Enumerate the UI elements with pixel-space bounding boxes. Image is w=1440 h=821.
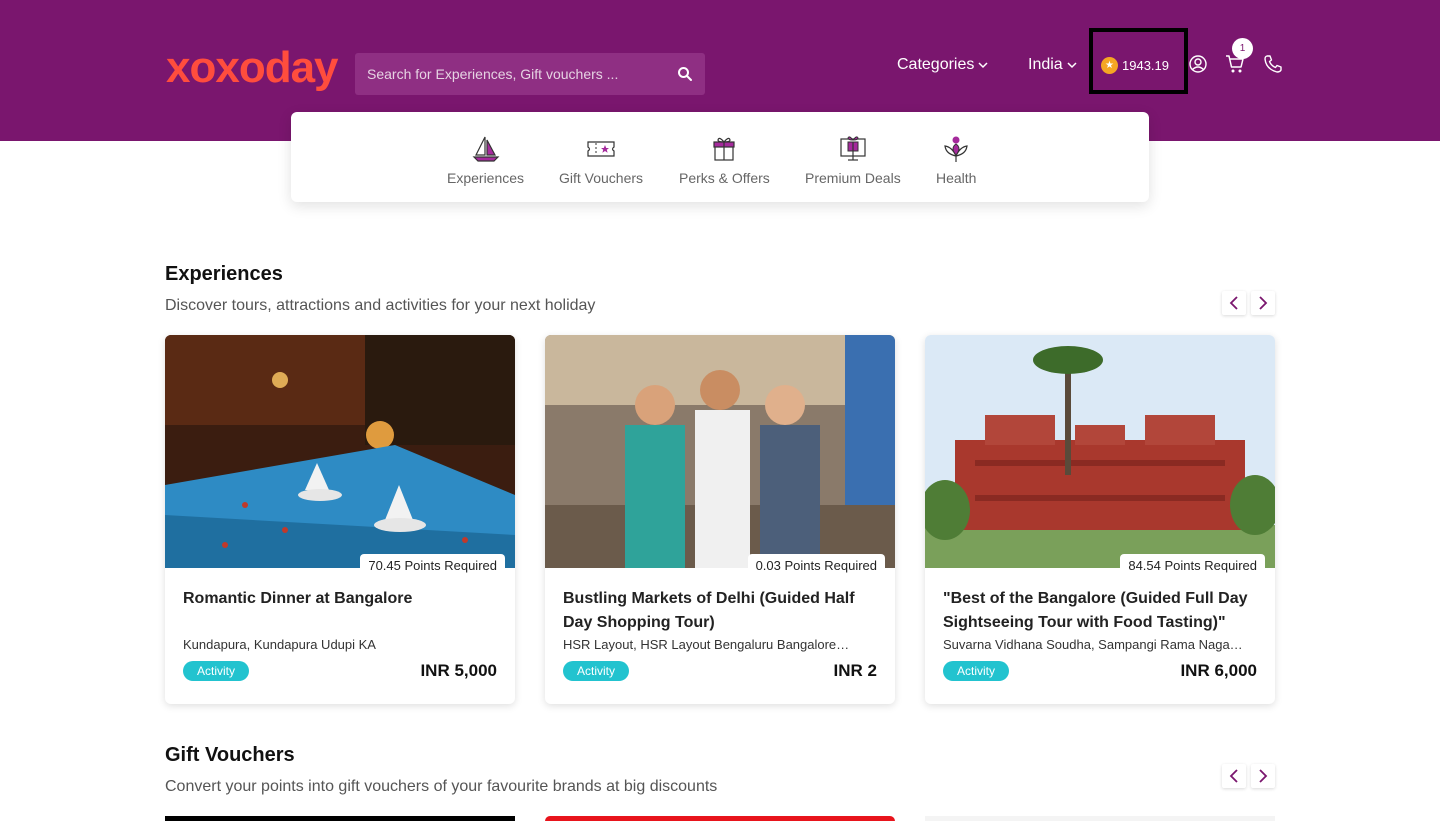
points-balance[interactable]: ★ 1943.19 [1101,55,1169,75]
experience-card[interactable]: 70.45 Points Required Romantic Dinner at… [165,335,515,704]
experience-card[interactable]: 84.54 Points Required "Best of the Banga… [925,335,1275,704]
gift-monitor-icon [840,136,866,161]
tab-health[interactable]: Health [936,134,976,186]
experience-card[interactable]: 0.03 Points Required Bustling Markets of… [545,335,895,704]
experiences-prev-button[interactable] [1222,291,1246,315]
chevron-left-icon [1229,296,1238,310]
tab-gift-vouchers[interactable]: Gift Vouchers [559,134,643,186]
gift-vouchers-section-title: Gift Vouchers [165,744,295,766]
experiences-section-title: Experiences [165,263,283,285]
points-value: 1943.19 [1122,57,1169,73]
bangalore-building-photo [925,335,1275,568]
experience-price: INR 5,000 [420,661,497,680]
activity-tag: Activity [943,661,1010,681]
tab-gift-vouchers-label: Gift Vouchers [559,170,644,186]
tab-experiences[interactable]: Experiences [447,134,524,186]
lotus-icon [944,136,968,162]
chevron-right-icon [1259,296,1268,310]
phone-icon[interactable] [1263,54,1283,74]
gift-icon [713,137,735,161]
gift-vouchers-next-button[interactable] [1251,764,1275,788]
categories-label: Categories [897,56,975,73]
activity-tag: Activity [183,661,250,681]
country-label: India [1028,56,1063,73]
category-menu: Experiences Gift Vouchers Perks & Offers… [291,112,1149,202]
gift-vouchers-section-subtitle: Convert your points into gift vouchers o… [165,778,718,795]
cart-count-badge: 1 [1232,38,1253,59]
tab-experiences-label: Experiences [447,170,525,186]
delhi-market-photo [545,335,895,568]
experience-price: INR 6,000 [1180,661,1257,680]
categories-dropdown[interactable]: Categories [897,54,988,76]
voucher-card-preview[interactable] [925,816,1275,821]
points-required-badge: 84.54 Points Required [1120,554,1265,578]
experiences-next-button[interactable] [1251,291,1275,315]
tab-premium-deals-label: Premium Deals [805,170,901,186]
chevron-right-icon [1259,769,1268,783]
tab-perks-offers-label: Perks & Offers [679,170,770,186]
tab-premium-deals[interactable]: Premium Deals [805,134,901,186]
points-required-badge: 0.03 Points Required [747,554,885,578]
chevron-down-icon [978,62,988,69]
voucher-card-preview[interactable] [165,816,515,821]
tab-perks-offers[interactable]: Perks & Offers [679,134,770,186]
voucher-card-preview[interactable] [545,816,895,821]
experience-title[interactable]: "Best of the Bangalore (Guided Full Day … [943,587,1259,635]
points-required-badge: 70.45 Points Required [360,554,505,578]
experience-title[interactable]: Romantic Dinner at Bangalore [183,587,499,611]
star-coin-icon: ★ [1101,56,1118,74]
experience-location: HSR Layout, HSR Layout Bengaluru Bangalo… [563,637,850,652]
experience-price: INR 2 [833,661,877,680]
gift-vouchers-prev-button[interactable] [1222,764,1246,788]
experiences-section-subtitle: Discover tours, attractions and activiti… [165,297,596,314]
xoxoday-logo[interactable]: xoxoday [166,44,339,92]
sailboat-icon [472,136,499,162]
experience-title[interactable]: Bustling Markets of Delhi (Guided Half D… [563,587,879,635]
chevron-left-icon [1229,769,1238,783]
chevron-down-icon [1067,62,1077,69]
experience-location: Kundapura, Kundapura Udupi KA [183,637,376,652]
country-dropdown[interactable]: India [1028,54,1077,76]
experience-location: Suvarna Vidhana Soudha, Sampangi Rama Na… [943,637,1243,652]
search-input[interactable] [355,53,665,95]
tab-health-label: Health [936,170,977,186]
search-icon[interactable] [677,66,693,82]
user-account-icon[interactable] [1188,54,1208,74]
activity-tag: Activity [563,661,630,681]
search-bar[interactable] [355,53,705,95]
ticket-icon [587,141,615,157]
romantic-dinner-photo [165,335,515,568]
